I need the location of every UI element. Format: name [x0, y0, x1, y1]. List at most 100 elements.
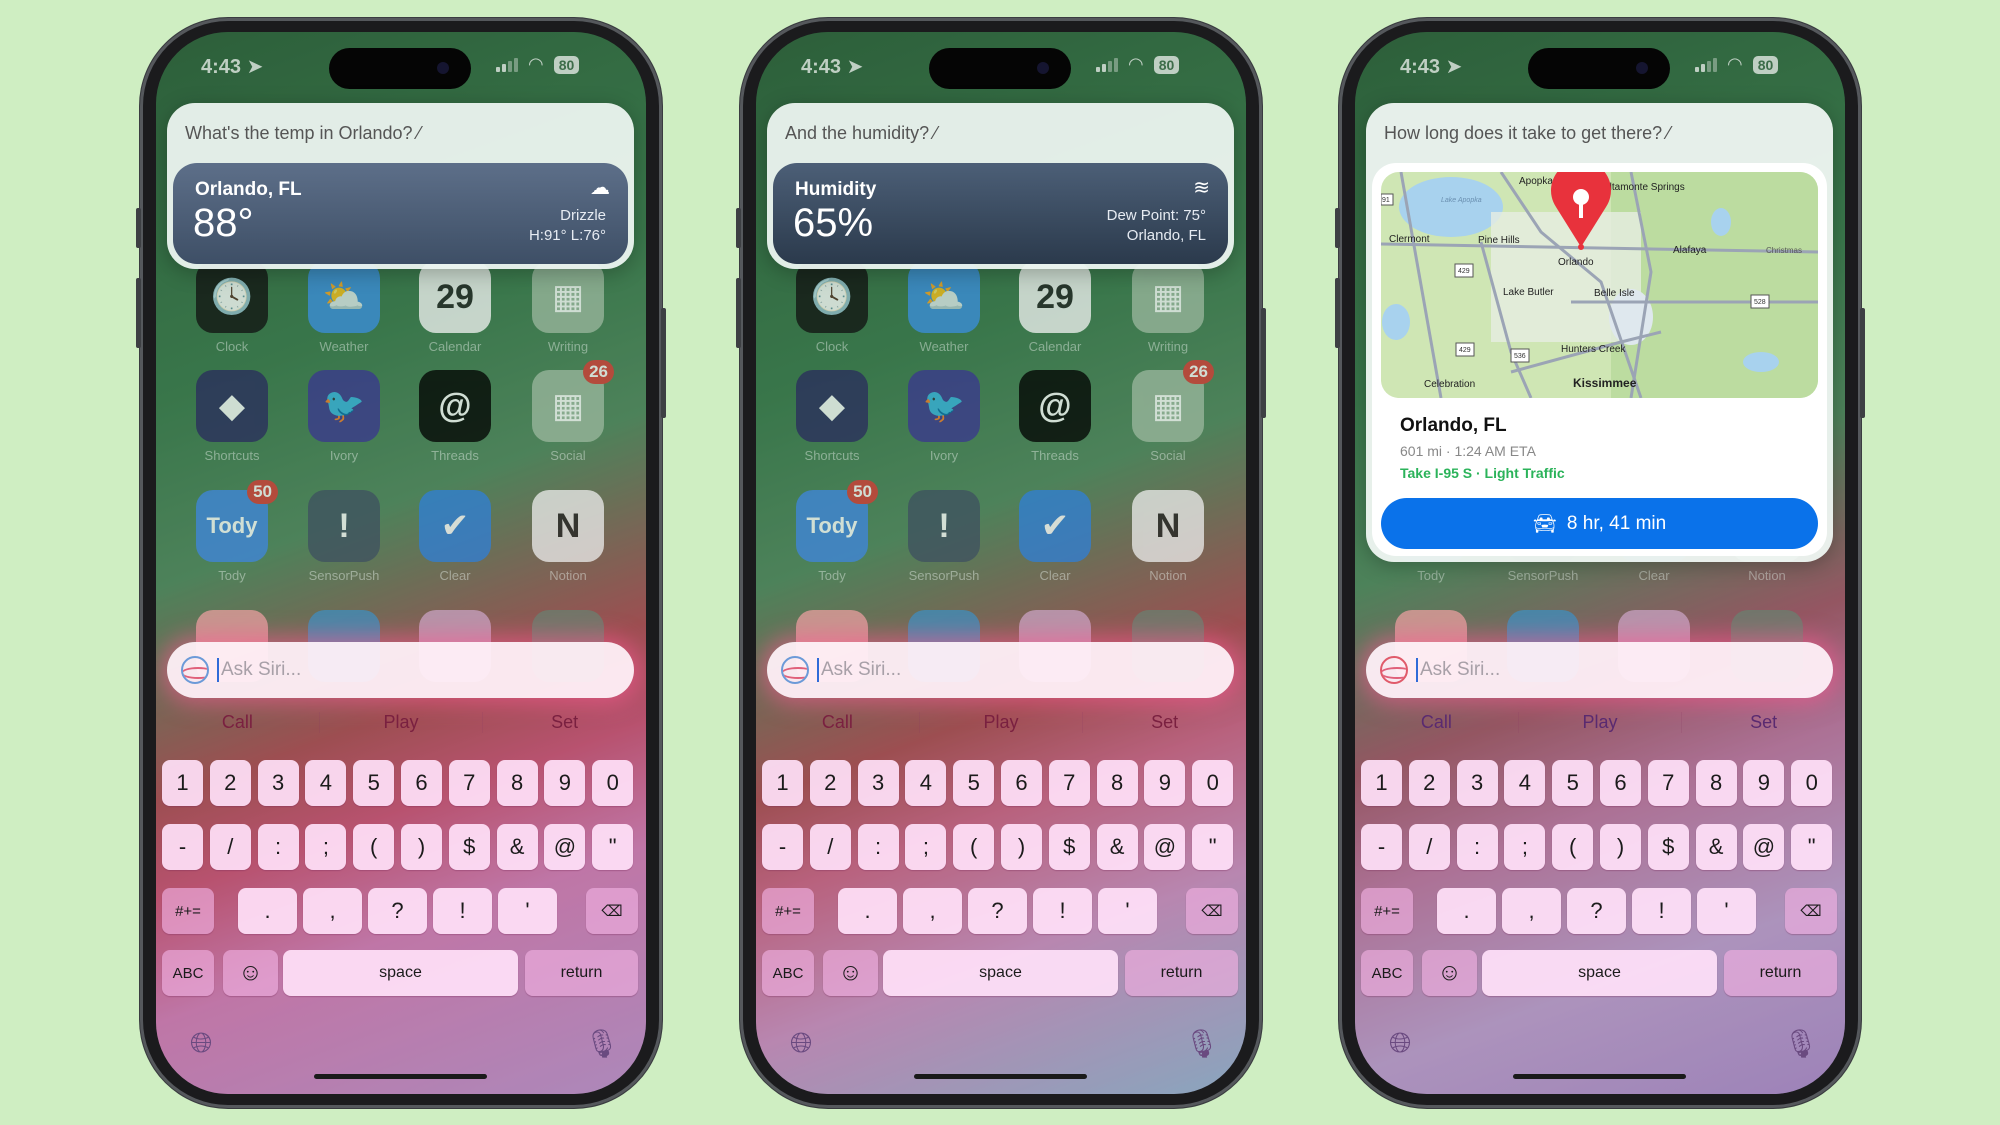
globe-icon[interactable]: 🌐︎ — [1389, 1027, 1411, 1060]
key-punctuation[interactable]: . — [238, 888, 297, 934]
key-1[interactable]: 1 — [162, 760, 203, 806]
key-symbol[interactable]: ( — [353, 824, 395, 870]
key-punctuation[interactable]: ' — [1697, 888, 1756, 934]
key-punctuation[interactable]: ! — [1632, 888, 1691, 934]
key-symbol[interactable]: " — [1791, 824, 1833, 870]
key-2[interactable]: 2 — [1408, 760, 1450, 806]
key-2[interactable]: 2 — [809, 760, 851, 806]
globe-icon[interactable]: 🌐︎ — [790, 1027, 812, 1060]
home-indicator[interactable] — [914, 1074, 1087, 1079]
space-key[interactable]: space — [1482, 950, 1717, 996]
key-symbol[interactable]: / — [809, 824, 851, 870]
key-punctuation[interactable]: ? — [968, 888, 1027, 934]
key-symbol[interactable]: @ — [544, 824, 586, 870]
key-0[interactable]: 0 — [1192, 760, 1234, 806]
space-key[interactable]: space — [283, 950, 518, 996]
key-symbol[interactable]: $ — [1647, 824, 1689, 870]
microphone-icon[interactable]: 🎙︎ — [584, 1027, 620, 1060]
emoji-icon[interactable]: ☺ — [1422, 950, 1477, 996]
key-symbol[interactable]: / — [209, 824, 251, 870]
key-5[interactable]: 5 — [953, 760, 995, 806]
backspace-key[interactable]: ⌫ — [1785, 888, 1837, 934]
key-4[interactable]: 4 — [1504, 760, 1546, 806]
key-1[interactable]: 1 — [1361, 760, 1402, 806]
key-symbol[interactable]: $ — [1048, 824, 1090, 870]
backspace-key[interactable]: ⌫ — [586, 888, 638, 934]
key-5[interactable]: 5 — [353, 760, 395, 806]
key-punctuation[interactable]: ! — [433, 888, 492, 934]
return-key[interactable]: return — [525, 950, 638, 996]
key-symbol[interactable]: ( — [1552, 824, 1594, 870]
globe-icon[interactable]: 🌐︎ — [190, 1027, 212, 1060]
key-7[interactable]: 7 — [448, 760, 490, 806]
key-3[interactable]: 3 — [257, 760, 299, 806]
key-4[interactable]: 4 — [305, 760, 347, 806]
key-punctuation[interactable]: , — [903, 888, 962, 934]
key-punctuation[interactable]: ! — [1033, 888, 1092, 934]
key-symbol[interactable]: " — [592, 824, 634, 870]
key-punctuation[interactable]: . — [838, 888, 897, 934]
key-9[interactable]: 9 — [1144, 760, 1186, 806]
key-8[interactable]: 8 — [1096, 760, 1138, 806]
key-9[interactable]: 9 — [1743, 760, 1785, 806]
key-8[interactable]: 8 — [496, 760, 538, 806]
key-symbol[interactable]: @ — [1144, 824, 1186, 870]
key-punctuation[interactable]: , — [1502, 888, 1561, 934]
abc-key[interactable]: ABC — [762, 950, 814, 996]
more-symbols-key[interactable]: #+= — [162, 888, 214, 934]
key-3[interactable]: 3 — [857, 760, 899, 806]
space-key[interactable]: space — [883, 950, 1118, 996]
key-symbol[interactable]: & — [496, 824, 538, 870]
return-key[interactable]: return — [1125, 950, 1238, 996]
key-symbol[interactable]: ( — [953, 824, 995, 870]
key-symbol[interactable]: : — [1456, 824, 1498, 870]
key-symbol[interactable]: : — [257, 824, 299, 870]
home-indicator[interactable] — [1513, 1074, 1686, 1079]
key-6[interactable]: 6 — [1001, 760, 1042, 806]
key-symbol[interactable]: " — [1192, 824, 1234, 870]
key-symbol[interactable]: - — [762, 824, 803, 870]
emoji-icon[interactable]: ☺ — [223, 950, 278, 996]
key-punctuation[interactable]: ' — [498, 888, 557, 934]
more-symbols-key[interactable]: #+= — [762, 888, 814, 934]
key-symbol[interactable]: ) — [401, 824, 442, 870]
key-7[interactable]: 7 — [1647, 760, 1689, 806]
key-punctuation[interactable]: ? — [1567, 888, 1626, 934]
key-punctuation[interactable]: ? — [368, 888, 427, 934]
key-8[interactable]: 8 — [1695, 760, 1737, 806]
microphone-icon[interactable]: 🎙︎ — [1783, 1027, 1819, 1060]
key-symbol[interactable]: - — [162, 824, 203, 870]
key-6[interactable]: 6 — [401, 760, 442, 806]
key-punctuation[interactable]: ' — [1098, 888, 1157, 934]
more-symbols-key[interactable]: #+= — [1361, 888, 1413, 934]
backspace-key[interactable]: ⌫ — [1186, 888, 1238, 934]
key-symbol[interactable]: ; — [305, 824, 347, 870]
key-symbol[interactable]: & — [1695, 824, 1737, 870]
key-symbol[interactable]: & — [1096, 824, 1138, 870]
key-0[interactable]: 0 — [1791, 760, 1833, 806]
key-1[interactable]: 1 — [762, 760, 803, 806]
key-symbol[interactable]: @ — [1743, 824, 1785, 870]
abc-key[interactable]: ABC — [162, 950, 214, 996]
key-3[interactable]: 3 — [1456, 760, 1498, 806]
key-0[interactable]: 0 — [592, 760, 634, 806]
key-6[interactable]: 6 — [1600, 760, 1641, 806]
key-symbol[interactable]: $ — [448, 824, 490, 870]
return-key[interactable]: return — [1724, 950, 1837, 996]
home-indicator[interactable] — [314, 1074, 487, 1079]
key-punctuation[interactable]: . — [1437, 888, 1496, 934]
key-9[interactable]: 9 — [544, 760, 586, 806]
key-7[interactable]: 7 — [1048, 760, 1090, 806]
abc-key[interactable]: ABC — [1361, 950, 1413, 996]
key-symbol[interactable]: : — [857, 824, 899, 870]
key-4[interactable]: 4 — [905, 760, 947, 806]
key-symbol[interactable]: - — [1361, 824, 1402, 870]
key-2[interactable]: 2 — [209, 760, 251, 806]
key-5[interactable]: 5 — [1552, 760, 1594, 806]
key-symbol[interactable]: ; — [905, 824, 947, 870]
microphone-icon[interactable]: 🎙︎ — [1184, 1027, 1220, 1060]
emoji-icon[interactable]: ☺ — [823, 950, 878, 996]
key-symbol[interactable]: / — [1408, 824, 1450, 870]
key-punctuation[interactable]: , — [303, 888, 362, 934]
key-symbol[interactable]: ; — [1504, 824, 1546, 870]
